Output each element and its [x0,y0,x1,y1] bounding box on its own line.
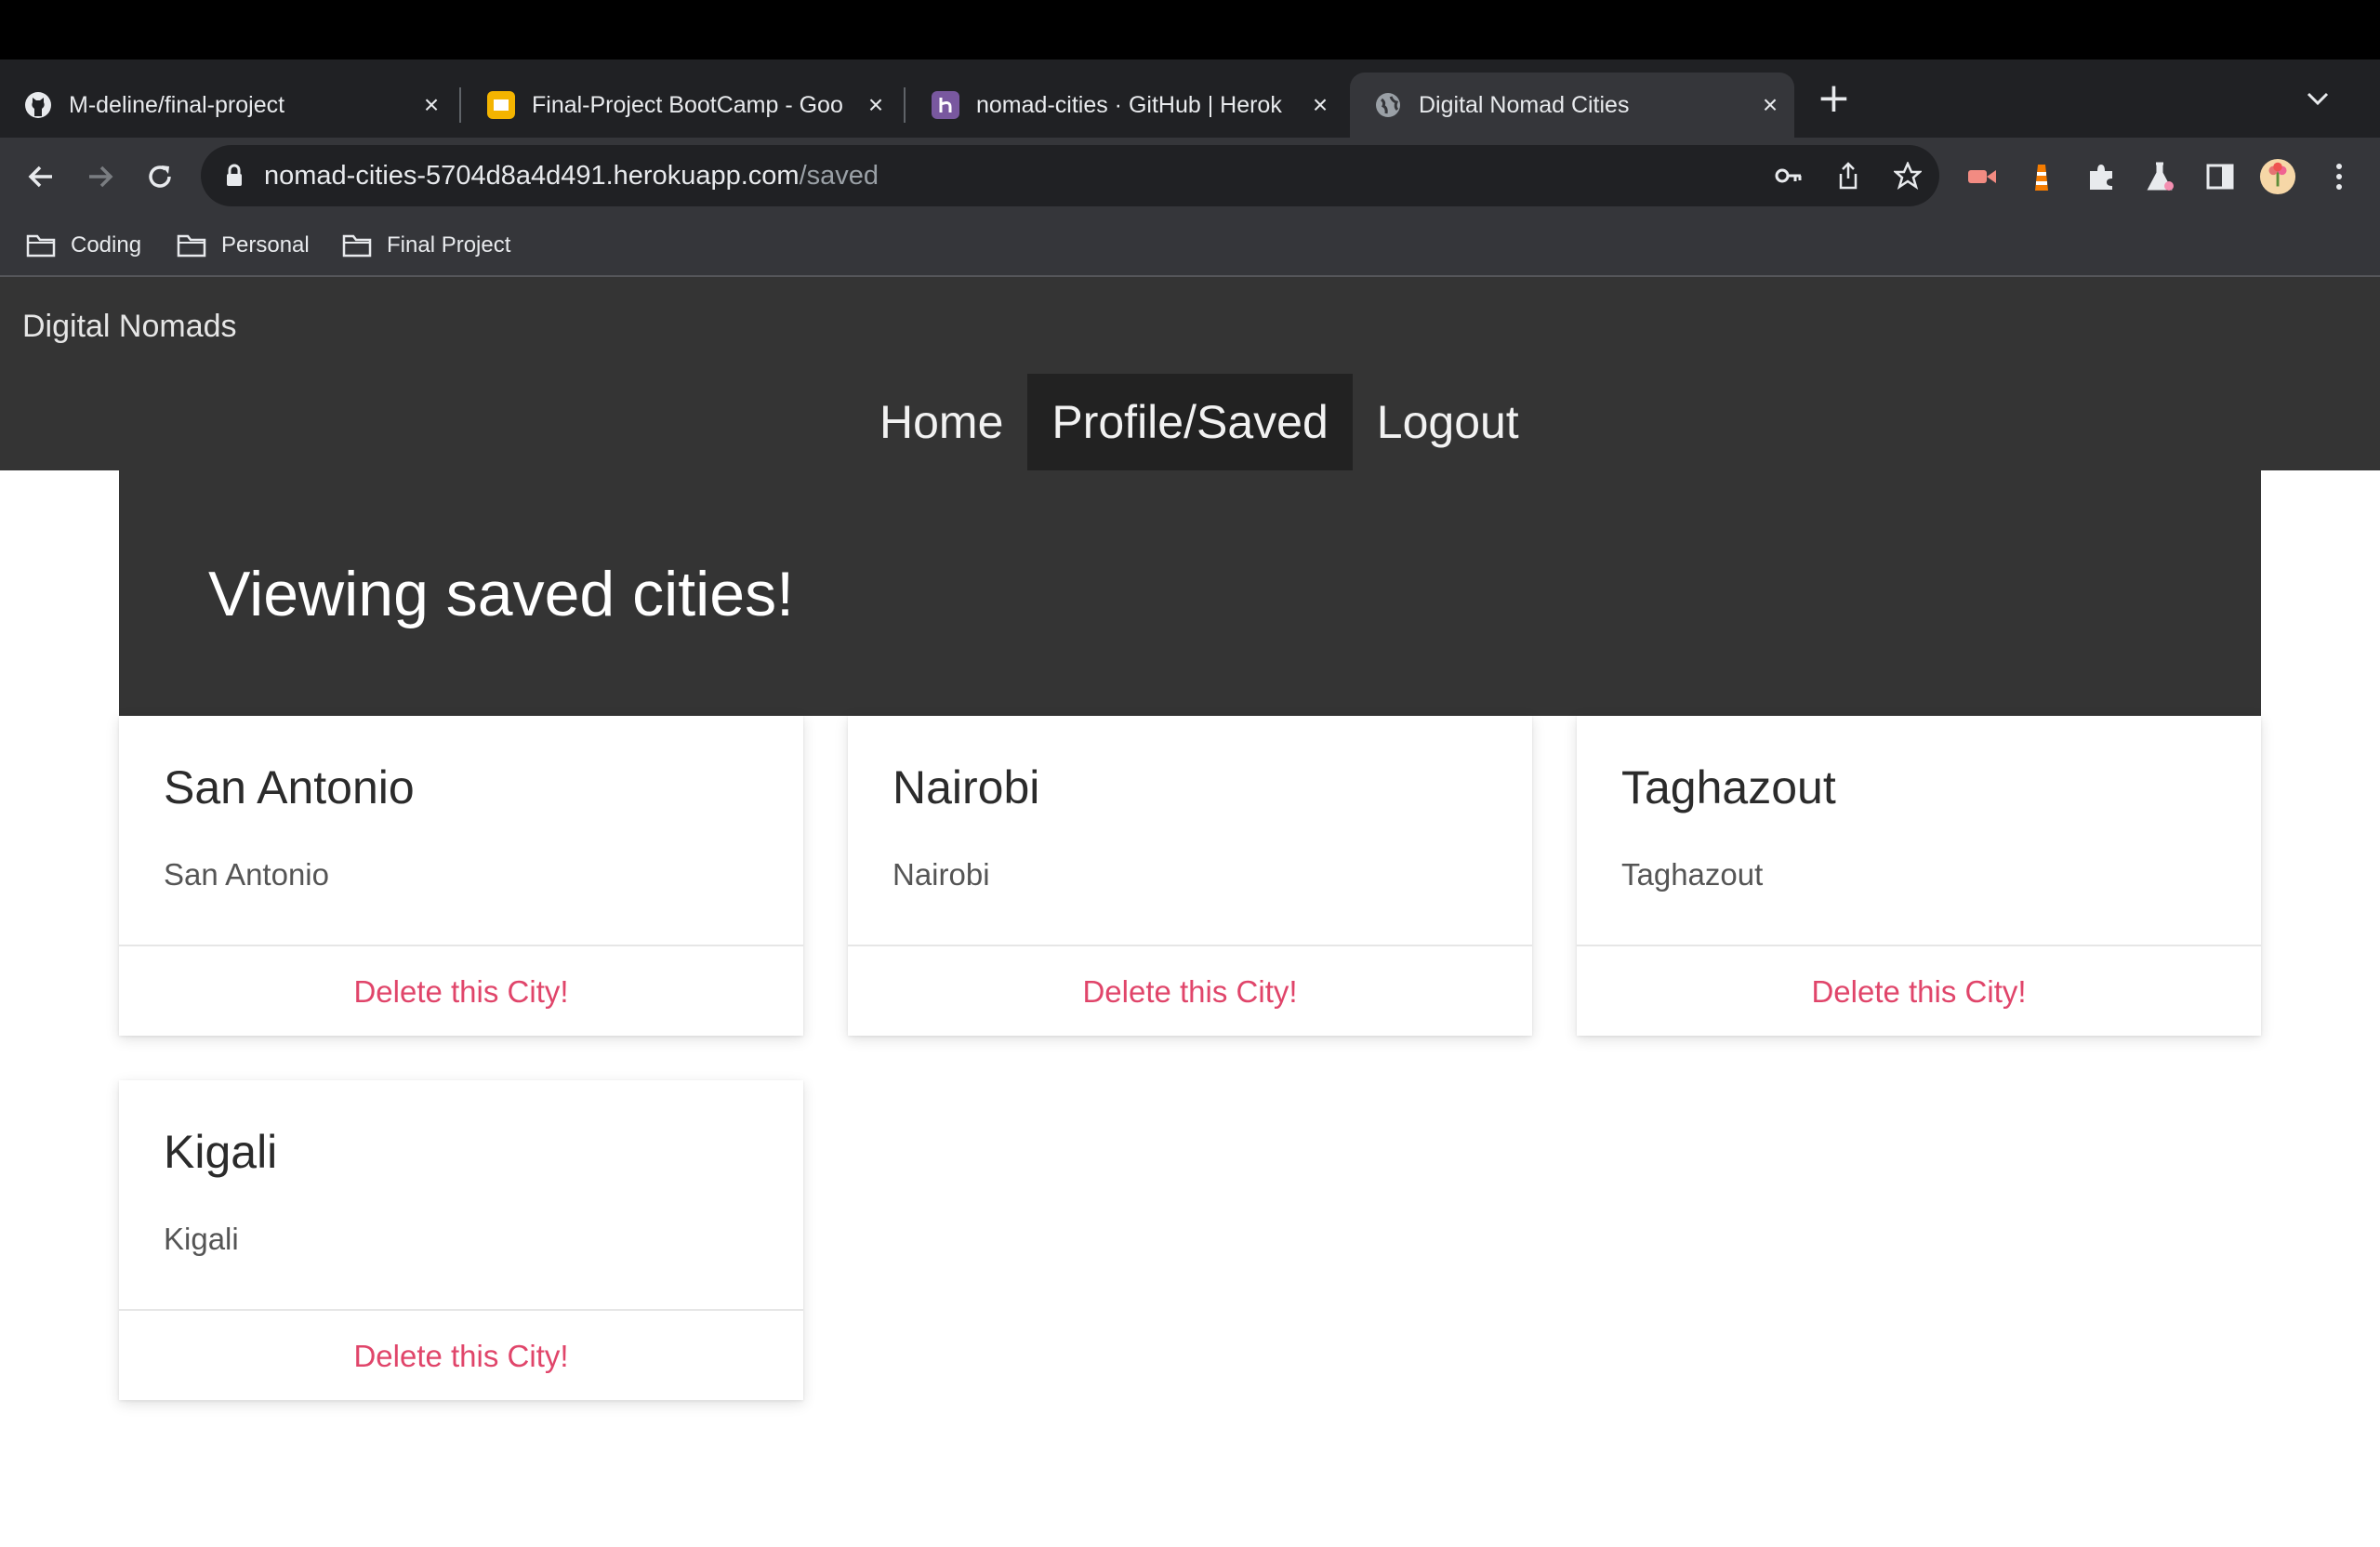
key-icon[interactable] [1774,161,1804,191]
tab-title: nomad-cities · GitHub | Herok [976,91,1282,118]
url-text: nomad-cities-5704d8a4d491.herokuapp.com/… [264,161,879,192]
city-card-text: San Antonio [164,857,329,892]
labs-flask-icon[interactable] [2142,158,2179,195]
city-card-title: Kigali [164,1126,278,1178]
slides-icon [487,91,515,119]
bookmark-label: Personal [221,232,310,258]
delete-city-link[interactable]: Delete this City! [353,1339,568,1374]
folder-icon [342,234,372,258]
extension-video-icon[interactable] [1964,158,2001,195]
close-tab-icon[interactable]: × [1752,90,1789,120]
city-card-text: Nairobi [892,857,990,892]
extension-lighthouse-icon[interactable] [2023,158,2060,195]
lock-icon [225,164,244,192]
forward-button[interactable] [78,154,123,199]
tab-title: Digital Nomad Cities [1419,91,1630,118]
close-tab-icon[interactable]: × [413,90,450,120]
city-card-footer: Delete this City! [119,1309,803,1402]
bookmark-star-icon[interactable] [1893,161,1923,191]
city-card: Nairobi Nairobi Delete this City! [848,716,1532,1036]
tab-title: M-deline/final-project [69,91,285,118]
reload-button[interactable] [138,154,182,199]
new-tab-button[interactable]: + [1817,78,1851,119]
nav-profile-saved[interactable]: Profile/Saved [1027,374,1353,470]
city-card: San Antonio San Antonio Delete this City… [119,716,803,1036]
share-icon[interactable] [1833,161,1863,191]
url-host: nomad-cities-5704d8a4d491.herokuapp.com [264,161,800,191]
browser-menu-icon[interactable] [2320,158,2358,195]
bookmark-label: Coding [71,232,142,258]
bookmarks-bar: Coding Personal Final Project [0,216,2380,277]
tab-search-chevron-icon[interactable] [2306,84,2330,112]
tab-github[interactable]: M-deline/final-project × [0,73,456,138]
city-card-title: Taghazout [1621,761,1836,813]
site-navbar: Digital Nomads Home Profile/Saved Logout [0,277,2380,470]
city-card-title: Nairobi [892,761,1040,813]
delete-city-link[interactable]: Delete this City! [1811,974,2026,1010]
tab-title: Final-Project BootCamp - Goo [532,91,843,118]
nav-links: Home Profile/Saved Logout [855,374,1543,470]
bookmark-folder-personal[interactable]: Personal [177,229,310,262]
delete-city-link[interactable]: Delete this City! [353,974,568,1010]
tab-slides[interactable]: Final-Project BootCamp - Goo × [463,73,900,138]
close-tab-icon[interactable]: × [1302,90,1339,120]
city-card: Taghazout Taghazout Delete this City! [1577,716,2261,1036]
back-button[interactable] [19,154,63,199]
screen-top-bar [0,0,2380,60]
nav-home[interactable]: Home [855,374,1027,470]
tab-digital-nomad-cities[interactable]: Digital Nomad Cities × [1350,73,1794,138]
bookmark-folder-final-project[interactable]: Final Project [342,229,510,262]
back-arrow-icon [28,165,52,188]
city-card-text: Kigali [164,1222,239,1256]
globe-icon [1374,91,1402,119]
bookmark-label: Final Project [387,232,511,258]
reload-icon [149,165,171,188]
delete-city-link[interactable]: Delete this City! [1082,974,1297,1010]
url-path: /saved [799,161,879,191]
hero-banner: Viewing saved cities! [119,470,2261,716]
city-card: Kigali Kigali Delete this City! [119,1080,803,1400]
city-card-footer: Delete this City! [848,945,1532,1038]
profile-avatar[interactable] [2259,158,2296,195]
github-icon [24,91,52,119]
browser-toolbar: nomad-cities-5704d8a4d491.herokuapp.com/… [0,138,2380,216]
city-card-footer: Delete this City! [1577,945,2261,1038]
tab-heroku[interactable]: nomad-cities · GitHub | Herok × [907,73,1344,138]
page-title: Viewing saved cities! [208,559,794,629]
address-bar[interactable]: nomad-cities-5704d8a4d491.herokuapp.com/… [201,145,1939,206]
tab-separator [904,87,906,123]
folder-icon [177,234,206,258]
nav-logout[interactable]: Logout [1353,374,1543,470]
close-tab-icon[interactable]: × [857,90,894,120]
forward-arrow-icon [89,165,113,188]
extensions-puzzle-icon[interactable] [2082,158,2120,195]
browser-tab-strip: M-deline/final-project × Final-Project B… [0,60,2380,138]
bookmark-folder-coding[interactable]: Coding [26,229,141,262]
side-panel-icon[interactable] [2202,158,2239,195]
city-card-title: San Antonio [164,761,415,813]
tab-separator [459,87,461,123]
city-card-footer: Delete this City! [119,945,803,1038]
site-brand[interactable]: Digital Nomads [22,309,237,345]
city-card-text: Taghazout [1621,857,1764,892]
heroku-icon [932,91,959,119]
folder-icon [26,234,56,258]
